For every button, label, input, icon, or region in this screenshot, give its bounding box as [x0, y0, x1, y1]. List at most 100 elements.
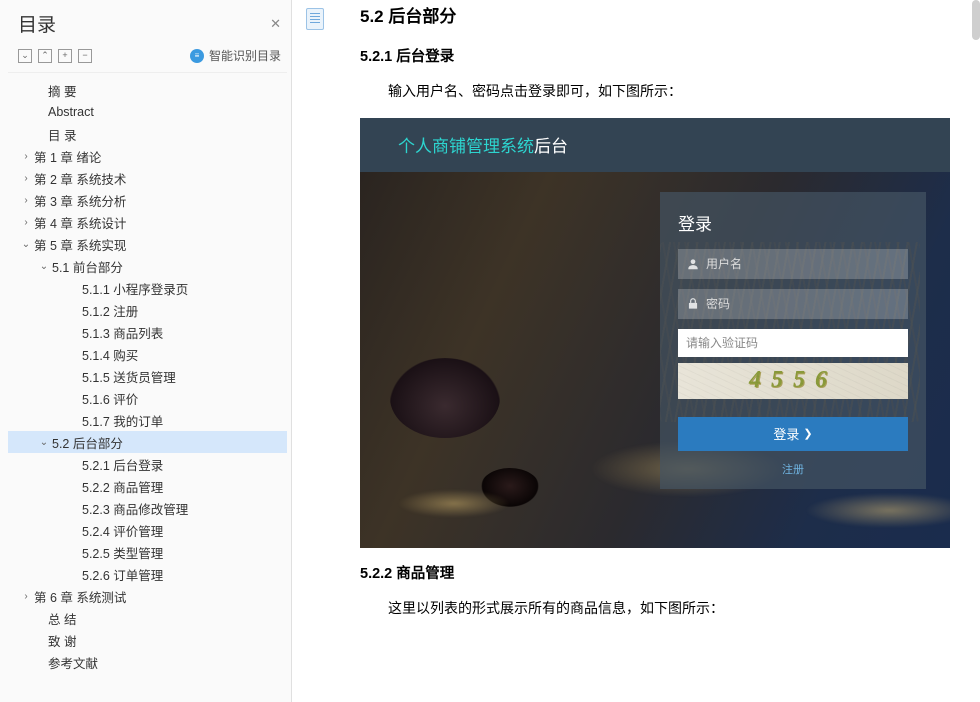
captcha-input[interactable] — [686, 336, 900, 350]
toc-item-label: 总 结 — [48, 609, 76, 628]
toc-item[interactable]: ·目 录 — [8, 123, 287, 145]
toc-item-label: 5.1.7 我的订单 — [82, 411, 163, 430]
toc-item[interactable]: ·5.2.4 评价管理 — [8, 519, 287, 541]
toc-item[interactable]: ⌄第 5 章 系统实现 — [8, 233, 287, 255]
toc-item-label: 5.2.5 类型管理 — [82, 543, 163, 562]
smart-toc-label: 智能识别目录 — [209, 47, 281, 64]
toc-item[interactable]: ⌄5.1 前台部分 — [8, 255, 287, 277]
toc-item[interactable]: ⌄5.2 后台部分 — [8, 431, 287, 453]
toc-item[interactable]: ·5.2.5 类型管理 — [8, 541, 287, 563]
toc-item-label: 5.1.5 送货员管理 — [82, 367, 176, 386]
toc-item[interactable]: ›第 4 章 系统设计 — [8, 211, 287, 233]
toc-tree[interactable]: ·摘 要·Abstract·目 录›第 1 章 绪论›第 2 章 系统技术›第 … — [8, 73, 287, 696]
chevron-down-icon[interactable]: ⌄ — [38, 437, 50, 448]
toc-item-label: 5.2 后台部分 — [52, 433, 123, 452]
chevron-right-icon[interactable]: › — [20, 151, 32, 162]
expand-down-icon[interactable]: ⌄ — [18, 49, 32, 63]
toc-item[interactable]: ·5.1.4 购买 — [8, 343, 287, 365]
toc-item[interactable]: ·5.1.5 送货员管理 — [8, 365, 287, 387]
toc-item[interactable]: ·5.2.2 商品管理 — [8, 475, 287, 497]
heading-5-2-1: 5.2.1 后台登录 — [360, 45, 950, 66]
toc-item[interactable]: ·5.1.6 评价 — [8, 387, 287, 409]
toc-item[interactable]: ·总 结 — [8, 607, 287, 629]
chevron-down-icon[interactable]: ⌄ — [20, 239, 32, 250]
chevron-right-icon[interactable]: › — [20, 217, 32, 228]
toc-item[interactable]: ·参考文献 — [8, 651, 287, 673]
toc-item-label: 5.2.3 商品修改管理 — [82, 499, 188, 518]
toc-item-label: 致 谢 — [48, 631, 76, 650]
toc-item[interactable]: ·5.2.3 商品修改管理 — [8, 497, 287, 519]
toc-item[interactable]: ·5.1.2 注册 — [8, 299, 287, 321]
toc-item-label: 5.1.1 小程序登录页 — [82, 279, 188, 298]
remove-level-icon[interactable]: − — [78, 49, 92, 63]
smart-toc-icon: ≡ — [190, 49, 204, 63]
toc-item-label: 第 3 章 系统分析 — [34, 191, 126, 210]
username-field[interactable] — [678, 249, 908, 279]
scrollbar-thumb[interactable] — [972, 0, 980, 40]
login-button-label: 登录 — [773, 424, 799, 443]
toc-item-label: 5.2.2 商品管理 — [82, 477, 163, 496]
login-panel: 登录 4556 登录 ❯ 注册 — [660, 192, 926, 489]
paragraph: 这里以列表的形式展示所有的商品信息，如下图所示： — [360, 597, 950, 621]
chevron-right-icon[interactable]: › — [20, 173, 32, 184]
toc-item-label: 目 录 — [48, 125, 76, 144]
toc-item-label: 5.1.6 评价 — [82, 389, 138, 408]
close-icon[interactable]: ✕ — [270, 16, 281, 32]
toc-item[interactable]: ·5.1.3 商品列表 — [8, 321, 287, 343]
toc-item[interactable]: ·致 谢 — [8, 629, 287, 651]
document-viewer[interactable]: 5.2 后台部分 5.2.1 后台登录 输入用户名、密码点击登录即可，如下图所示… — [292, 0, 980, 702]
toc-item-label: 5.1.4 购买 — [82, 345, 138, 364]
toc-item[interactable]: ·5.2.6 订单管理 — [8, 563, 287, 585]
smart-toc-button[interactable]: ≡ 智能识别目录 — [190, 47, 281, 64]
toc-item-label: 5.2.4 评价管理 — [82, 521, 163, 540]
login-screenshot: 个人商铺管理系统后台 登录 — [360, 118, 950, 548]
toc-toolbar: ⌄ ⌃ + − ≡ 智能识别目录 — [8, 45, 287, 73]
add-level-icon[interactable]: + — [58, 49, 72, 63]
toc-item[interactable]: ›第 6 章 系统测试 — [8, 585, 287, 607]
toc-item-label: 第 4 章 系统设计 — [34, 213, 126, 232]
lock-icon — [686, 297, 700, 311]
register-link[interactable]: 注册 — [678, 461, 908, 477]
toc-item[interactable]: ›第 3 章 系统分析 — [8, 189, 287, 211]
captcha-field[interactable] — [678, 329, 908, 357]
login-title: 登录 — [678, 210, 908, 235]
password-field[interactable] — [678, 289, 908, 319]
username-input[interactable] — [706, 257, 900, 271]
toc-item-label: 摘 要 — [48, 81, 76, 100]
toc-item[interactable]: ·5.1.7 我的订单 — [8, 409, 287, 431]
toc-item[interactable]: ·Abstract — [8, 101, 287, 123]
toc-item[interactable]: ·5.1.1 小程序登录页 — [8, 277, 287, 299]
toc-item[interactable]: ·摘 要 — [8, 79, 287, 101]
chevron-right-icon: ❯ — [803, 427, 812, 440]
toc-item-label: Abstract — [48, 105, 94, 119]
toc-item-label: 第 6 章 系统测试 — [34, 587, 126, 606]
toc-item-label: 5.1.3 商品列表 — [82, 323, 163, 342]
toc-item-label: 参考文献 — [48, 653, 98, 672]
app-title-brand: 个人商铺管理系统 — [398, 132, 534, 157]
paragraph: 输入用户名、密码点击登录即可，如下图所示： — [360, 80, 950, 104]
toc-item-label: 第 5 章 系统实现 — [34, 235, 126, 254]
toc-item-label: 第 1 章 绪论 — [34, 147, 101, 166]
collapse-up-icon[interactable]: ⌃ — [38, 49, 52, 63]
toc-item-label: 5.1.2 注册 — [82, 301, 138, 320]
toc-title: 目录 — [18, 10, 56, 37]
chevron-down-icon[interactable]: ⌄ — [38, 261, 50, 272]
heading-5-2-2: 5.2.2 商品管理 — [360, 562, 950, 583]
password-input[interactable] — [706, 297, 900, 311]
toc-item-label: 5.2.6 订单管理 — [82, 565, 163, 584]
page-thumbnail-icon — [306, 8, 324, 30]
app-title-suffix: 后台 — [534, 132, 568, 157]
toc-item-label: 5.1 前台部分 — [52, 257, 123, 276]
heading-5-2: 5.2 后台部分 — [360, 2, 950, 27]
toc-sidebar: 目录 ✕ ⌄ ⌃ + − ≡ 智能识别目录 ·摘 要·Abstract·目 录›… — [0, 0, 292, 702]
chevron-right-icon[interactable]: › — [20, 591, 32, 602]
captcha-image[interactable]: 4556 — [678, 363, 908, 399]
user-icon — [686, 257, 700, 271]
toc-item-label: 第 2 章 系统技术 — [34, 169, 126, 188]
toc-item[interactable]: ·5.2.1 后台登录 — [8, 453, 287, 475]
login-button[interactable]: 登录 ❯ — [678, 417, 908, 451]
toc-item[interactable]: ›第 1 章 绪论 — [8, 145, 287, 167]
chevron-right-icon[interactable]: › — [20, 195, 32, 206]
toc-item-label: 5.2.1 后台登录 — [82, 455, 163, 474]
toc-item[interactable]: ›第 2 章 系统技术 — [8, 167, 287, 189]
